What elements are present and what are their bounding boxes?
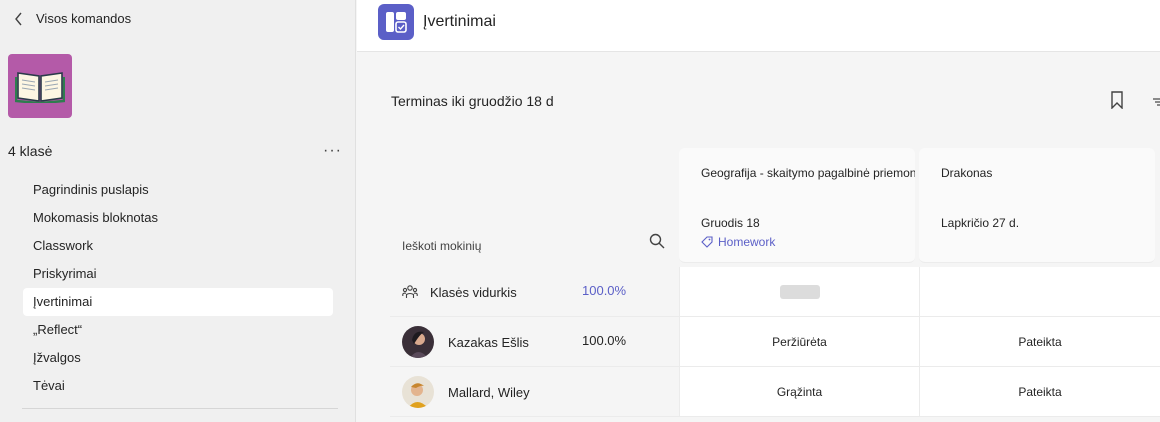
page-title: Įvertinimai [423, 13, 496, 30]
due-date-filter[interactable]: Terminas iki gruodžio 18 d [391, 93, 554, 109]
row-percent[interactable]: 100.0% [582, 283, 626, 298]
assignment-due-date: Lapkričio 27 d. [941, 216, 1020, 230]
nav-item-parents[interactable]: Tėvai [23, 372, 333, 400]
table-row: Mallard, Wiley Grąžinta Pateikta [390, 367, 1160, 417]
table-row: Kazakas Ešlis 100.0% Peržiūrėta Pateikta [390, 317, 1160, 367]
nav-item-grades[interactable]: Įvertinimai [23, 288, 333, 316]
people-icon [402, 285, 418, 298]
tag-icon [701, 236, 713, 248]
back-label: Visos komandos [36, 11, 132, 26]
student-search-input[interactable]: Ieškoti mokinių [402, 239, 481, 253]
grade-cell[interactable]: Pateikta [919, 367, 1160, 416]
row-name[interactable]: Mallard, Wiley [448, 385, 530, 400]
filter-icon[interactable] [1153, 97, 1160, 107]
row-name: Klasės vidurkis [430, 285, 517, 300]
loading-placeholder [779, 284, 820, 299]
grades-table: Klasės vidurkis 100.0% Kazakas Ešlis 100… [390, 267, 1160, 417]
row-header: Mallard, Wiley [390, 367, 673, 416]
team-avatar[interactable] [8, 54, 72, 118]
nav-item-insights[interactable]: Įžvalgos [23, 344, 333, 372]
grade-cell[interactable]: Peržiūrėta [679, 317, 919, 366]
row-percent: 100.0% [582, 333, 627, 348]
team-nav: Pagrindinis puslapis Mokomasis bloknotas… [23, 176, 333, 400]
grades-app-icon [378, 4, 414, 40]
team-name: 4 klasė [8, 143, 53, 159]
nav-item-notebook[interactable]: Mokomasis bloknotas [23, 204, 333, 232]
chevron-left-icon [15, 12, 22, 25]
grades-main: Terminas iki gruodžio 18 d Ieškoti mokin… [357, 53, 1160, 422]
grade-cell[interactable] [919, 267, 1160, 316]
assignment-header-geografija[interactable]: Geografija - skaitymo pagalbinė priemonė… [679, 148, 915, 263]
table-row: Klasės vidurkis 100.0% [390, 267, 1160, 317]
row-header: Kazakas Ešlis 100.0% [390, 317, 673, 366]
row-header: Klasės vidurkis 100.0% [390, 267, 673, 316]
row-name[interactable]: Kazakas Ešlis [448, 335, 529, 350]
assignment-tag-label: Homework [718, 235, 776, 249]
nav-item-reflect[interactable]: „Reflect“ [23, 316, 333, 344]
sidebar-divider [22, 408, 338, 409]
assignment-title: Geografija - skaitymo pagalbinė priemonė [701, 166, 915, 180]
assignment-tag[interactable]: Homework [701, 235, 775, 249]
grade-cell[interactable] [679, 267, 919, 316]
avatar[interactable] [402, 376, 434, 408]
book-icon [15, 72, 65, 103]
assignment-header-drakonas[interactable]: Drakonas Lapkričio 27 d. [919, 148, 1155, 263]
assignment-due-date: Gruodis 18 [701, 216, 760, 230]
nav-item-home[interactable]: Pagrindinis puslapis [23, 176, 333, 204]
assignment-title: Drakonas [941, 166, 993, 180]
sidebar: Visos komandos 4 klasė ··· Pagrindinis p… [0, 0, 356, 422]
more-options-button[interactable]: ··· [323, 143, 342, 159]
team-header: 4 klasė ··· [8, 143, 342, 160]
search-icon[interactable] [649, 233, 665, 249]
grade-cell[interactable]: Pateikta [919, 317, 1160, 366]
nav-item-classwork[interactable]: Classwork [23, 232, 333, 260]
back-to-teams-link[interactable]: Visos komandos [14, 11, 131, 26]
app-header: Įvertinimai [357, 0, 1160, 52]
bookmark-icon[interactable] [1109, 91, 1125, 109]
grades-glyph-icon [386, 12, 407, 33]
nav-item-assignments[interactable]: Priskyrimai [23, 260, 333, 288]
avatar[interactable] [402, 326, 434, 358]
grade-cell[interactable]: Grąžinta [679, 367, 919, 416]
